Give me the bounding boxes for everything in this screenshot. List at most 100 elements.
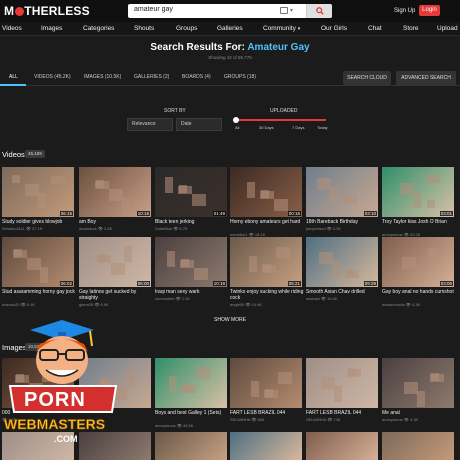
image-thumbnail[interactable] — [382, 432, 454, 460]
censor-block — [124, 246, 132, 262]
video-thumbnail[interactable]: 10:19 — [79, 167, 151, 217]
nav-videos[interactable]: Videos — [2, 25, 22, 32]
video-thumbnail[interactable]: 00:15 — [230, 167, 302, 217]
duration-badge: 10:19 — [136, 211, 150, 216]
site-logo[interactable]: M THERLESS — [4, 4, 90, 18]
tab-groups[interactable]: GROUPS (18) — [224, 74, 256, 80]
slider-stop-7days[interactable]: 7 Days — [292, 125, 304, 130]
censor-block — [95, 181, 109, 189]
censor-block — [278, 372, 292, 384]
censor-block — [182, 385, 196, 393]
chevron-down-icon[interactable]: ▾ — [290, 7, 293, 14]
image-thumbnail[interactable] — [230, 358, 302, 408]
search-button[interactable] — [306, 4, 332, 18]
duration-badge: 03:10 — [363, 211, 377, 216]
nav-images[interactable]: Images — [41, 25, 62, 32]
advanced-search-button[interactable]: ADVANCED SEARCH — [396, 71, 456, 85]
video-meta: wooworooda 👁 4.3K — [382, 302, 421, 307]
video-thumbnail[interactable]: 06:02 — [2, 237, 74, 287]
duration-badge: 03:00 — [439, 281, 453, 286]
search-input[interactable]: amateur gay — [134, 6, 173, 13]
video-thumbnail[interactable]: 03:00 — [382, 237, 454, 287]
censor-block — [402, 257, 416, 269]
nav-store[interactable]: Store — [403, 25, 419, 32]
nav-groups[interactable]: Groups — [176, 25, 197, 32]
active-tab-indicator — [0, 84, 26, 86]
login-button[interactable]: Login — [419, 5, 440, 16]
video-title[interactable]: Iraqi man sexy wark — [155, 289, 229, 295]
image-thumbnail[interactable] — [155, 358, 227, 408]
image-thumbnail[interactable] — [155, 432, 227, 460]
video-thumbnail[interactable]: 09:29 — [306, 237, 378, 287]
image-thumbnail[interactable] — [306, 358, 378, 408]
slider-stop-30days[interactable]: 30 Days — [259, 125, 274, 130]
nav-community[interactable]: Community ▾ — [263, 25, 300, 32]
nav-galleries[interactable]: Galleries — [217, 25, 243, 32]
sort-date[interactable]: Date — [176, 118, 222, 131]
video-title[interactable]: Smooth Asian Chav drilled — [306, 289, 380, 295]
video-title[interactable]: Gay boy anal no hands cumshot — [382, 289, 456, 295]
video-title[interactable]: Troy Taylor kiss Josh O Brian — [382, 219, 456, 225]
slider-handle[interactable] — [233, 117, 239, 123]
tab-videos[interactable]: VIDEOS (45.2K) — [34, 74, 71, 80]
video-title[interactable]: am Boy — [79, 219, 153, 225]
video-thumbnail[interactable]: 05:21 — [230, 237, 302, 287]
video-meta: glenn25 👁 6.9K — [79, 302, 109, 307]
filter-icon[interactable] — [280, 7, 288, 14]
censor-block — [40, 267, 48, 283]
image-title[interactable]: Boys and best Galley 1 (Sets) — [155, 410, 229, 416]
tab-images[interactable]: IMAGES (10.5K) — [84, 74, 121, 80]
tab-boards[interactable]: BOARDS (4) — [182, 74, 211, 80]
tab-galleries[interactable]: GALLERIES (2) — [134, 74, 169, 80]
video-title[interactable]: Gay latinos get sucked by straighty — [79, 289, 153, 301]
video-thumbnail[interactable]: 06:15 — [2, 167, 74, 217]
image-meta: SELMINHA 👁 738 — [306, 417, 341, 422]
duration-badge: 06:15 — [59, 211, 73, 216]
image-title[interactable]: Me anal — [382, 410, 456, 416]
watermark-line3: .COM — [54, 434, 78, 444]
censor-block — [27, 258, 41, 270]
show-more-button[interactable]: SHOW MORE — [200, 317, 260, 323]
tab-all[interactable]: ALL — [9, 74, 18, 80]
uploaded-label: UPLOADED — [270, 108, 298, 114]
video-title[interactable]: Study soldier gives blowjob — [2, 219, 76, 225]
censor-block — [347, 369, 361, 377]
video-title[interactable]: Black teen jerking — [155, 219, 229, 225]
video-title[interactable]: Twinks enjoy sucking while riding cock — [230, 289, 304, 301]
image-title[interactable]: FART LESB BRAZIL 044 — [306, 410, 380, 416]
image-thumbnail[interactable] — [230, 432, 302, 460]
video-title[interactable]: Horny ebony amateurs get hard — [230, 219, 304, 225]
video-thumbnail[interactable]: 01:49 — [155, 167, 227, 217]
nav-shouts[interactable]: Shouts — [134, 25, 154, 32]
results-query: Amateur Gay — [247, 42, 310, 53]
video-thumbnail[interactable]: 10:19 — [155, 237, 227, 287]
duration-badge: 01:49 — [212, 211, 226, 216]
image-thumbnail[interactable] — [306, 432, 378, 460]
censor-block — [178, 186, 192, 194]
uploaded-slider[interactable] — [236, 119, 326, 121]
slider-stop-all[interactable]: All — [235, 125, 239, 130]
video-title[interactable]: Stud asaramming horny gay jock — [2, 289, 76, 295]
censor-block — [169, 376, 177, 392]
censor-block — [12, 175, 20, 183]
image-thumbnail[interactable] — [382, 358, 454, 408]
nav-our-girls[interactable]: Our Girls — [321, 25, 347, 32]
image-title[interactable]: FART LESB BRAZIL 044 — [230, 410, 304, 416]
censor-block — [345, 270, 359, 278]
slider-stop-today[interactable]: Today — [317, 125, 328, 130]
video-thumbnail[interactable]: 06:00 — [79, 237, 151, 287]
censor-block — [196, 367, 210, 379]
video-thumbnail[interactable]: 03:10 — [306, 167, 378, 217]
nav-categories[interactable]: Categories — [83, 25, 114, 32]
nav-upload[interactable]: Upload — [437, 25, 458, 32]
nav-chat[interactable]: Chat — [368, 25, 382, 32]
censor-block — [413, 192, 421, 208]
video-title[interactable]: 18th Bareback Birthday — [306, 219, 380, 225]
sort-relevance[interactable]: Relevance — [127, 118, 173, 131]
censor-block — [343, 196, 357, 204]
pornwebmasters-watermark: PORN WEBMASTERS .COM — [0, 320, 128, 460]
video-thumbnail[interactable]: 03:01 — [382, 167, 454, 217]
nav-community-label: Community — [263, 25, 296, 32]
search-cloud-button[interactable]: SEARCH CLOUD — [343, 71, 391, 85]
signup-link[interactable]: Sign Up — [394, 8, 415, 14]
